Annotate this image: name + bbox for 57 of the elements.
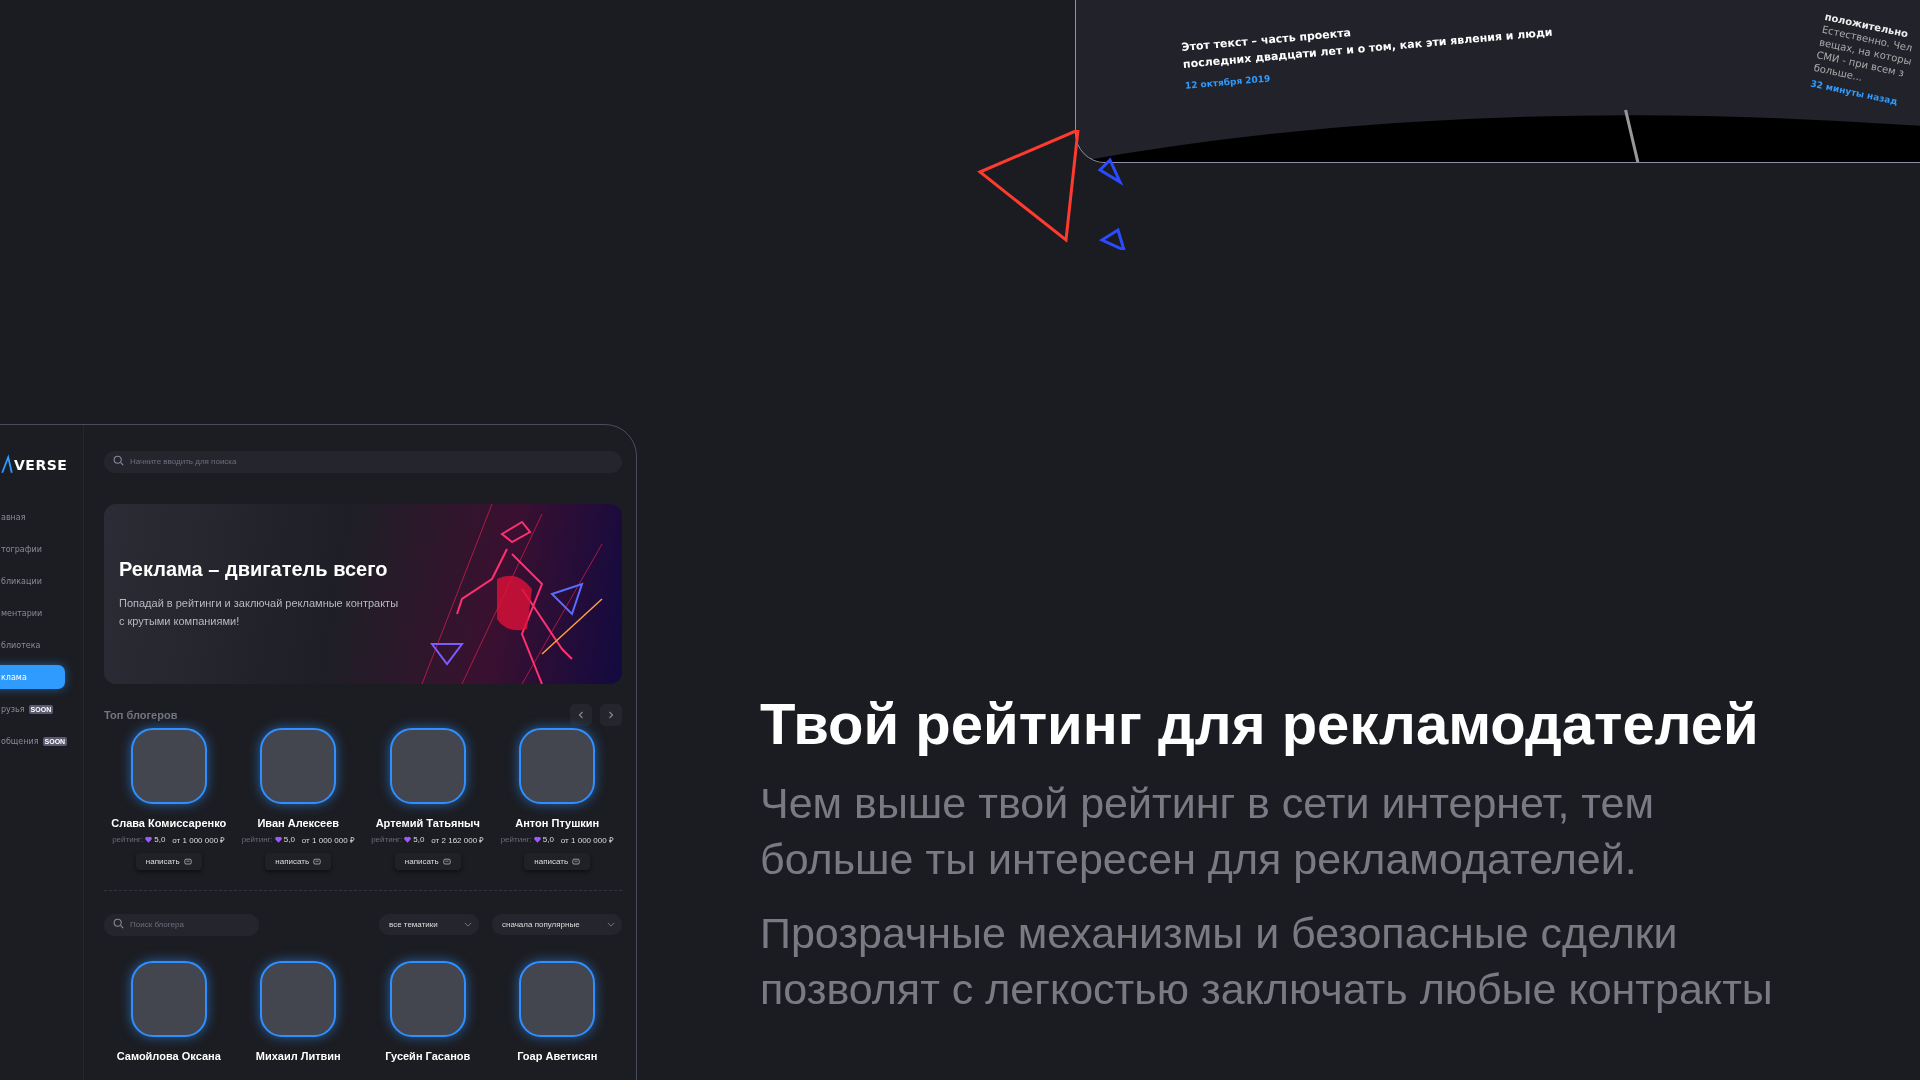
blogger-name: Слава Комиссаренко [111,817,227,829]
headline: Твой рейтинг для рекламодателей [760,690,1760,757]
rating-label: рейтинг: [500,835,532,844]
heart-icon [533,836,541,843]
rating-value: 5,0 [413,835,425,844]
chevron-down-icon [607,921,615,927]
paragraph: Чем выше твой рейтинг в сети интернет, тем больше ты интересен для рекламодателей. [760,778,1656,885]
rating-label: рейтинг: [241,835,273,844]
chevron-down-icon [464,921,472,927]
heart-icon [404,836,412,843]
message-icon [442,857,451,866]
topic-dropdown[interactable]: все тематики [379,913,479,935]
write-button[interactable]: написать [265,853,332,870]
rating-label: рейтинг: [112,835,144,844]
search-icon [113,918,124,929]
sidebar-item[interactable]: тографии [0,537,65,561]
blogger-name: Артемий Татьяныч [375,817,480,829]
message-icon [313,857,322,866]
chevron-right-icon [606,710,616,720]
next-button[interactable] [600,704,622,726]
price-text: от 2 162 000 ₽ [431,835,485,845]
section-title: Топ блогеров [104,709,178,721]
chevron-left-icon [576,710,586,720]
message-icon [572,857,581,866]
write-button[interactable]: написать [394,853,461,870]
message-icon [183,857,192,866]
write-button[interactable]: написать [524,853,591,870]
banner-text: Попадай в рейтинги и заключай рекламные контракты с крутыми компаниями! [119,595,399,629]
banner-title: Реклама – двигатель всего [119,557,389,581]
search-field[interactable]: Начните вводить для поиска [104,450,622,473]
price-text: от 1 000 000 ₽ [172,835,226,845]
blogger-name: Самойлова Оксана [116,1050,221,1062]
blogger-search-field[interactable]: Поиск блогера [104,913,259,936]
sidebar-item[interactable]: авная [0,505,65,529]
heart-icon [145,836,153,843]
blogger-name: Михаил Литвин [255,1050,341,1062]
blogger-name: Антон Птушкин [515,817,600,829]
post-date: 12 октября 2019 [1184,72,1272,91]
blogger-name: Гусейн Гасанов [385,1050,471,1062]
write-button[interactable]: написать [135,853,202,870]
sidebar-item[interactable]: бликации [0,569,65,593]
rating-value: 5,0 [154,835,166,844]
search-icon [113,455,124,466]
price-text: от 1 000 000 ₽ [301,835,355,845]
paragraph: Прозрачные механизмы и безопасные сделки позволят с легкостью заключать любые контракты [760,908,1774,1015]
previous-button[interactable] [570,704,592,726]
sort-dropdown[interactable]: сначала популярные [492,913,622,935]
sidebar-item[interactable]: ментарии [0,601,65,625]
heart-icon [274,836,282,843]
blogger-name: Гоар Аветисян [517,1050,598,1062]
rating-value: 5,0 [283,835,295,844]
logo-text: VERSE [14,457,68,473]
rating-value: 5,0 [542,835,554,844]
rating-label: рейтинг: [371,835,403,844]
price-text: от 1 000 000 ₽ [560,835,614,845]
blogger-name: Иван Алексеев [257,817,340,829]
sidebar-item[interactable]: блиотека [0,633,65,657]
